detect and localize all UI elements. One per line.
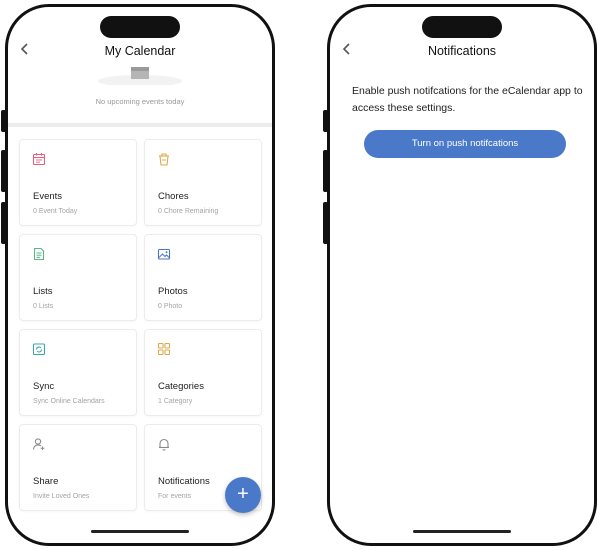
- card-subtitle: 1 Category: [158, 398, 193, 405]
- card-title: Lists: [33, 286, 53, 297]
- push-disabled-message: Enable push notifcations for the eCalend…: [352, 85, 583, 114]
- card-subtitle: 0 Event Today: [33, 208, 78, 215]
- lists-card[interactable]: Lists 0 Lists: [19, 234, 137, 321]
- page-title: My Calendar: [104, 44, 176, 58]
- empty-illustration-icon: [98, 67, 182, 85]
- card-subtitle: 0 Photo: [158, 303, 183, 310]
- phone-notch: [422, 16, 502, 38]
- card-title: Notifications: [158, 476, 210, 487]
- section-divider: [8, 123, 272, 127]
- card-title: Photos: [158, 286, 188, 297]
- phone-notifications: Notifications Enable push notifcations f…: [327, 4, 597, 546]
- phone-my-calendar: My Calendar No upcoming events today Eve…: [5, 4, 275, 546]
- photo-icon: [157, 248, 171, 260]
- card-subtitle: 0 Chore Remaining: [158, 208, 219, 215]
- card-subtitle: For events: [158, 493, 192, 500]
- list-icon: [33, 247, 45, 261]
- calendar-icon: [32, 153, 46, 166]
- card-title: Categories: [158, 381, 204, 392]
- my-calendar-header: My Calendar: [8, 41, 272, 63]
- turn-on-push-button[interactable]: Turn on push notifcations: [364, 130, 566, 158]
- page-title: Notifications: [427, 44, 497, 58]
- add-button[interactable]: +: [225, 477, 261, 513]
- home-indicator: [413, 530, 511, 533]
- chores-card[interactable]: Chores 0 Chore Remaining: [144, 139, 262, 226]
- card-title: Sync: [33, 381, 55, 392]
- share-user-icon: [32, 438, 45, 450]
- chores-icon: [159, 153, 169, 166]
- card-title: Events: [33, 191, 63, 202]
- card-subtitle: 0 Lists: [33, 303, 54, 310]
- empty-state-text: No upcoming events today: [95, 97, 185, 106]
- phone-notch: [100, 16, 180, 38]
- card-subtitle: Sync Online Calendars: [33, 398, 105, 405]
- photos-card[interactable]: Photos 0 Photo: [144, 234, 262, 321]
- sync-icon: [32, 343, 46, 356]
- share-card[interactable]: Share Invite Loved Ones: [19, 424, 137, 511]
- empty-state: No upcoming events today: [8, 63, 272, 123]
- card-title: Share: [33, 476, 59, 487]
- events-card[interactable]: Events 0 Event Today: [19, 139, 137, 226]
- home-indicator: [91, 530, 189, 533]
- categories-card[interactable]: Categories 1 Category: [144, 329, 262, 416]
- sync-card[interactable]: Sync Sync Online Calendars: [19, 329, 137, 416]
- card-subtitle: Invite Loved Ones: [33, 493, 90, 500]
- categories-icon: [157, 342, 171, 356]
- card-title: Chores: [158, 191, 189, 202]
- bell-icon: [159, 438, 169, 451]
- notifications-header: Notifications: [330, 41, 594, 63]
